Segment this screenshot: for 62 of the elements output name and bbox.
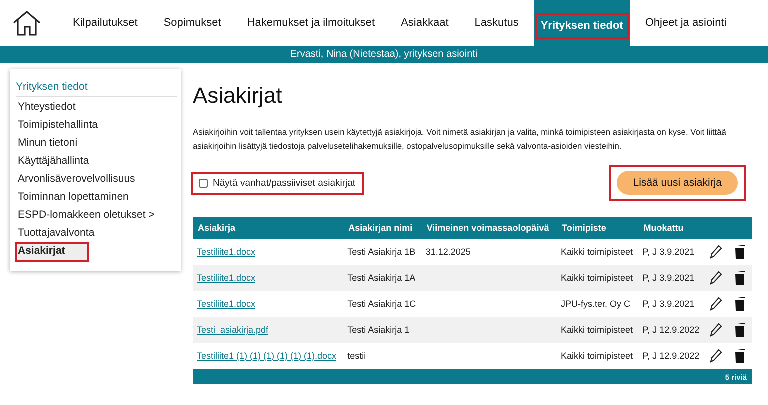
table-cell: Testi Asiakirja 1A	[344, 265, 422, 291]
checkbox-label: Näytä vanhat/passiiviset asiakirjat	[213, 178, 356, 188]
nav-tab[interactable]: Ohjeet ja asiointi	[637, 0, 735, 46]
description-text: Asiakirjoihin voit tallentaa yrityksen usein käytettyjä asiakirjoja. Voit nimetä asiakirjan ja valita, minkä toimipisteen asiakirjasta on kyse. Voit liittää asiakirjoihin lisättyjä tiedostoja palvelusetelihakemuksille, ostopalvelusopimuksille sekä valvonta-asioiden viesteihin.	[193, 126, 728, 153]
trash-icon[interactable]	[732, 244, 747, 260]
column-header: Muokattu	[638, 217, 705, 239]
sidebar-item[interactable]: Asiakirjat	[16, 243, 88, 261]
trash-icon[interactable]	[732, 296, 747, 312]
column-header: Asiakirjan nimi	[344, 217, 422, 239]
trash-icon[interactable]	[732, 322, 747, 338]
trash-icon[interactable]	[732, 348, 747, 364]
table-cell: P, J 12.9.2022	[638, 343, 705, 369]
trash-icon[interactable]	[732, 270, 747, 286]
table-cell: Testi Asiakirja 1C	[344, 291, 422, 317]
nav-tab[interactable]: Asiakkaat	[393, 0, 457, 46]
file-link[interactable]: Testiliite1.docx	[197, 247, 256, 257]
user-bar: Ervasti, Nina (Nietestaa), yrityksen asiointi	[0, 46, 768, 63]
pencil-icon[interactable]	[708, 244, 723, 260]
table-cell: P, J 3.9.2021	[638, 265, 705, 291]
table-cell: JPU-fys.ter. Oy C	[557, 291, 639, 317]
file-link[interactable]: Testiliite1 (1) (1) (1) (1) (1) (1).docx	[197, 351, 337, 361]
table-cell: Kaikki toimipisteet	[557, 239, 639, 265]
table-cell: testii	[344, 343, 422, 369]
sidebar-item[interactable]: Yhteystiedot	[16, 99, 177, 117]
checkbox[interactable]	[199, 178, 208, 188]
sidebar-heading: Yrityksen tiedot	[16, 81, 177, 97]
table-cell: Kaikki toimipisteet	[557, 343, 639, 369]
sidebar-item[interactable]: ESPD-lomakkeen oletukset >	[16, 207, 177, 225]
table-cell: P, J 3.9.2021	[638, 239, 705, 265]
pencil-icon[interactable]	[708, 270, 723, 286]
pencil-icon[interactable]	[708, 348, 723, 364]
sidebar-item[interactable]: Arvonlisäverovelvollisuus	[16, 171, 177, 189]
home-icon[interactable]	[12, 9, 42, 37]
column-header: Toimipiste	[557, 217, 639, 239]
table-cell: Kaikki toimipisteet	[557, 317, 639, 343]
table-cell: Kaikki toimipisteet	[557, 265, 639, 291]
nav-tab[interactable]: Laskutus	[466, 0, 527, 46]
pencil-icon[interactable]	[708, 322, 723, 338]
table-cell: Testi Asiakirja 1B	[344, 239, 422, 265]
show-old-checkbox[interactable]: Näytä vanhat/passiiviset asiakirjat	[193, 174, 362, 192]
table-cell: P, J 12.9.2022	[638, 317, 705, 343]
column-header: Viimeinen voimassaolopäivä	[422, 217, 557, 239]
sidebar-item[interactable]: Käyttäjähallinta	[16, 153, 177, 171]
nav-tab[interactable]: Kilpailutukset	[65, 0, 146, 46]
sidebar-item[interactable]: Minun tietoni	[16, 135, 177, 153]
table-cell: Testi Asiakirja 1	[344, 317, 422, 343]
pencil-icon[interactable]	[708, 296, 723, 312]
add-document-button[interactable]: Lisää uusi asiakirja	[617, 171, 738, 195]
sidebar-item[interactable]: Toiminnan lopettaminen	[16, 189, 177, 207]
table-cell: P, J 3.9.2021	[638, 291, 705, 317]
table-cell: 31.12.2025	[422, 239, 557, 265]
file-link[interactable]: Testiliite1.docx	[197, 273, 256, 283]
file-link[interactable]: Testiliite1.docx	[197, 299, 256, 309]
nav-tab[interactable]: Yrityksen tiedot	[534, 0, 630, 46]
column-header	[704, 217, 752, 239]
sidebar-item[interactable]: Toimipistehallinta	[16, 117, 177, 135]
file-link[interactable]: Testi_asiakirja.pdf	[197, 325, 269, 335]
column-header: Asiakirja	[193, 217, 344, 239]
page-title: Asiakirjat	[193, 83, 284, 109]
nav-tab[interactable]: Hakemukset ja ilmoitukset	[239, 0, 384, 46]
sidebar-item[interactable]: Tuottajavalvonta	[16, 225, 177, 243]
nav-tab[interactable]: Sopimukset	[156, 0, 230, 46]
